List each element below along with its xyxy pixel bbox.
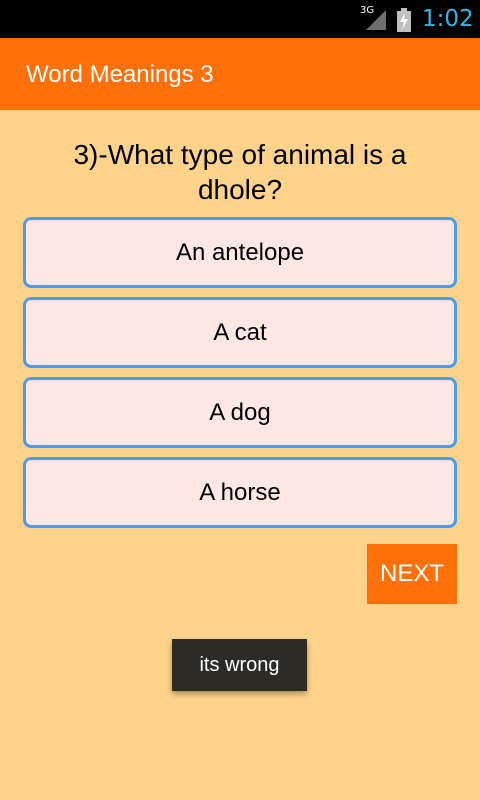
answer-option-a-horse[interactable]: A horse <box>23 457 457 528</box>
status-time: 1:02 <box>422 6 474 32</box>
answer-option-an-antelope[interactable]: An antelope <box>23 217 457 288</box>
status-bar: 3G 1:02 <box>0 0 480 38</box>
question-text: 3)-What type of animal is a dhole? <box>73 139 407 205</box>
app-title: Word Meanings 3 <box>26 61 214 88</box>
signal-icon <box>366 10 386 30</box>
battery-charging-icon <box>397 8 411 32</box>
answer-option-a-dog[interactable]: A dog <box>23 377 457 448</box>
action-bar: Word Meanings 3 <box>0 38 480 110</box>
next-button[interactable]: NEXT <box>367 544 457 604</box>
toast-message: its wrong <box>172 639 307 691</box>
answer-option-a-cat[interactable]: A cat <box>23 297 457 368</box>
